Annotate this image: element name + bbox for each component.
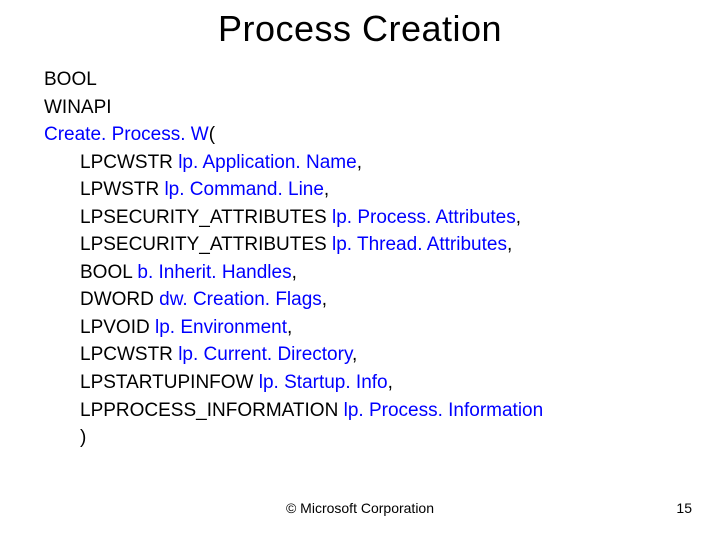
- return-type: BOOL: [44, 66, 684, 94]
- param-type: LPCWSTR: [80, 152, 178, 173]
- param-line: LPPROCESS_INFORMATION lp. Process. Infor…: [44, 397, 684, 425]
- calling-convention: WINAPI: [44, 94, 684, 122]
- func-decl-line: Create. Process. W(: [44, 121, 684, 149]
- param-name: lp. Process. Information: [344, 400, 544, 421]
- param-name: dw. Creation. Flags: [159, 289, 322, 310]
- param-tail: ,: [357, 152, 362, 173]
- param-type: BOOL: [80, 262, 137, 283]
- param-tail: ,: [324, 179, 329, 200]
- function-name: Create. Process. W: [44, 124, 209, 145]
- param-type: LPSTARTUPINFOW: [80, 372, 259, 393]
- param-name: lp. Startup. Info: [259, 372, 388, 393]
- param-type: LPCWSTR: [80, 344, 178, 365]
- param-name: lp. Process. Attributes: [332, 207, 516, 228]
- param-tail: ,: [287, 317, 292, 338]
- param-line: LPSTARTUPINFOW lp. Startup. Info,: [44, 369, 684, 397]
- close-paren: ): [44, 424, 684, 452]
- param-name: lp. Thread. Attributes: [332, 234, 507, 255]
- param-line: LPCWSTR lp. Application. Name,: [44, 149, 684, 177]
- param-tail: ,: [322, 289, 327, 310]
- param-type: LPSECURITY_ATTRIBUTES: [80, 234, 332, 255]
- param-line: LPCWSTR lp. Current. Directory,: [44, 341, 684, 369]
- param-type: LPSECURITY_ATTRIBUTES: [80, 207, 332, 228]
- page-number: 15: [676, 500, 692, 516]
- param-name: lp. Current. Directory: [178, 344, 352, 365]
- param-tail: ,: [352, 344, 357, 365]
- slide-title: Process Creation: [0, 8, 720, 50]
- open-paren: (: [209, 124, 215, 145]
- slide: Process Creation BOOL WINAPI Create. Pro…: [0, 0, 720, 540]
- param-name: lp. Command. Line: [164, 179, 323, 200]
- copyright-footer: © Microsoft Corporation: [0, 500, 720, 516]
- param-type: LPVOID: [80, 317, 155, 338]
- param-line: LPWSTR lp. Command. Line,: [44, 176, 684, 204]
- param-tail: ,: [388, 372, 393, 393]
- param-line: LPVOID lp. Environment,: [44, 314, 684, 342]
- param-type: DWORD: [80, 289, 159, 310]
- param-line: LPSECURITY_ATTRIBUTES lp. Thread. Attrib…: [44, 231, 684, 259]
- param-name: lp. Environment: [155, 317, 287, 338]
- param-tail: ,: [516, 207, 521, 228]
- param-name: b. Inherit. Handles: [137, 262, 291, 283]
- param-tail: ,: [507, 234, 512, 255]
- param-type: LPWSTR: [80, 179, 164, 200]
- param-line: BOOL b. Inherit. Handles,: [44, 259, 684, 287]
- param-line: LPSECURITY_ATTRIBUTES lp. Process. Attri…: [44, 204, 684, 232]
- code-block: BOOL WINAPI Create. Process. W( LPCWSTR …: [44, 66, 684, 452]
- param-type: LPPROCESS_INFORMATION: [80, 400, 344, 421]
- param-line: DWORD dw. Creation. Flags,: [44, 286, 684, 314]
- param-tail: ,: [292, 262, 297, 283]
- param-name: lp. Application. Name: [178, 152, 357, 173]
